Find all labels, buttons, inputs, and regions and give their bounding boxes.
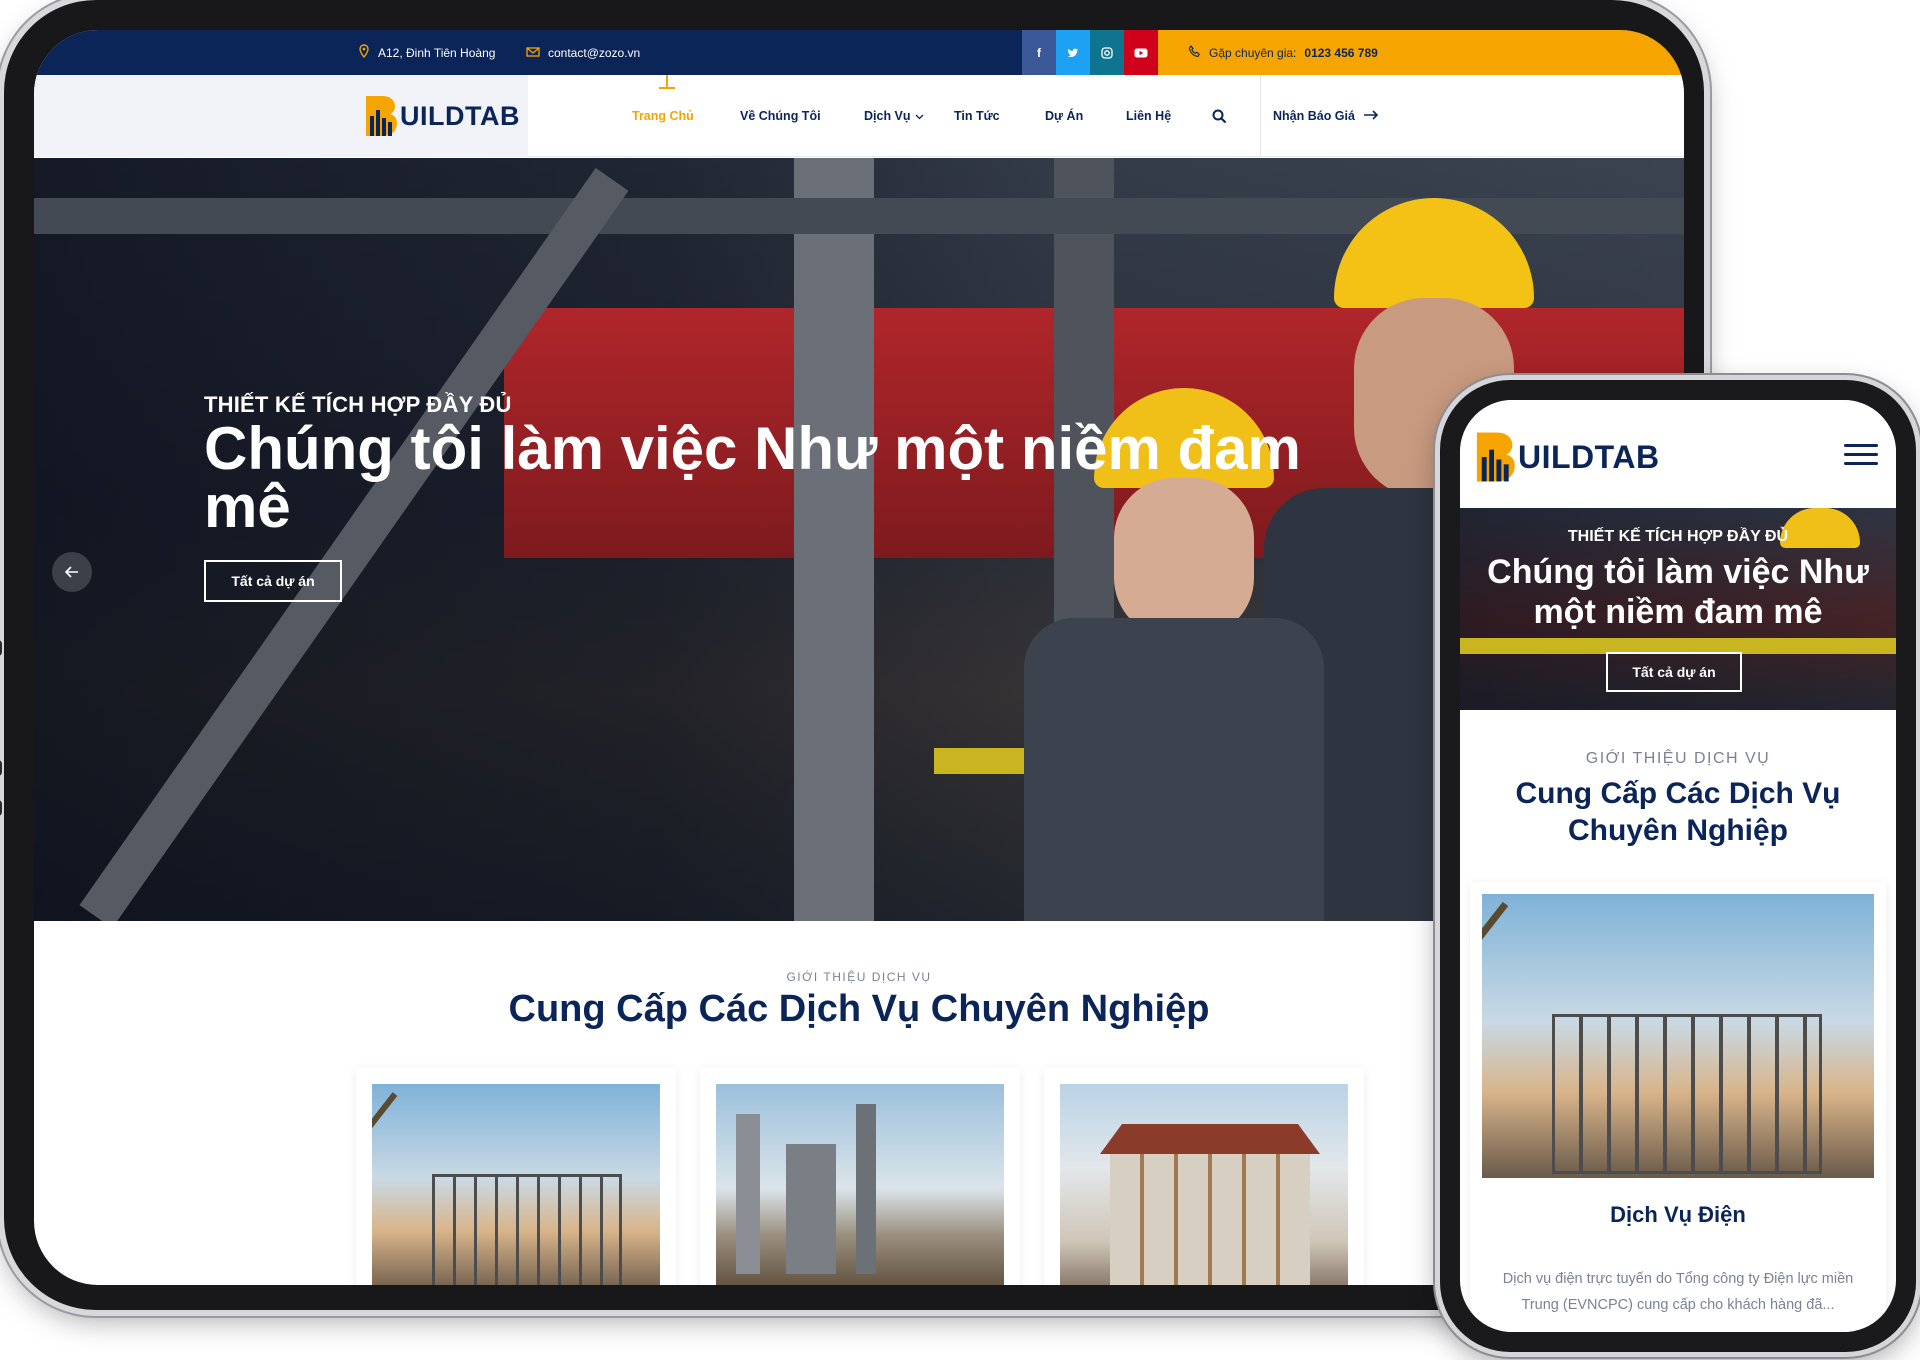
- phone-services-title: Cung Cấp Các Dịch Vụ Chuyên Nghiệp: [1515, 777, 1841, 847]
- steel-frame-shape: [432, 1174, 622, 1285]
- phone-hero: THIẾT KẾ TÍCH HỢP ĐẦY ĐỦ Chúng tôi làm v…: [1460, 508, 1896, 710]
- phone-service-card-title[interactable]: Dịch Vụ Điện: [1470, 1202, 1886, 1228]
- service-card[interactable]: [356, 1068, 676, 1285]
- phone-icon: [1188, 44, 1201, 61]
- email-text[interactable]: contact@zozo.vn: [548, 46, 640, 60]
- phone-header: UILDTAB: [1460, 400, 1896, 508]
- tablet-side-button: [0, 760, 2, 776]
- tower-shape: [736, 1114, 760, 1274]
- main-nav: UILDTAB Trang Chủ Về Chúng Tôi Dịch Vụ T…: [34, 75, 1684, 157]
- tower-shape: [856, 1104, 876, 1274]
- nav-item-home[interactable]: Trang Chủ: [632, 75, 694, 157]
- nav-item-news[interactable]: Tin Tức: [954, 75, 1000, 157]
- nav-item-about[interactable]: Về Chúng Tôi: [740, 75, 821, 157]
- facebook-icon[interactable]: f: [1022, 30, 1056, 75]
- youtube-icon[interactable]: [1124, 30, 1158, 75]
- address-text: A12, Đinh Tiên Hoàng: [378, 45, 496, 60]
- service-image-refinery: [716, 1084, 1004, 1285]
- nav-item-contact[interactable]: Liên Hệ: [1126, 75, 1171, 157]
- phone-site-logo[interactable]: UILDTAB: [1472, 430, 1660, 484]
- arrow-right-icon: [1363, 109, 1379, 123]
- map-pin-icon: [358, 44, 370, 61]
- slider-prev-button[interactable]: [52, 552, 92, 592]
- tablet-side-button: [0, 640, 2, 656]
- service-image-construction: [1482, 894, 1874, 1178]
- crane-shape: [1482, 901, 1509, 1135]
- tower-shape: [786, 1144, 836, 1274]
- service-card[interactable]: [700, 1068, 1020, 1285]
- mail-icon: [526, 45, 540, 60]
- phone-hero-pretitle: THIẾT KẾ TÍCH HỢP ĐẦY ĐỦ: [1567, 528, 1789, 545]
- nav-item-services[interactable]: Dịch Vụ: [864, 75, 924, 157]
- logo-mark-icon: [362, 94, 398, 138]
- twitter-icon[interactable]: [1056, 30, 1090, 75]
- hotline-number[interactable]: 0123 456 789: [1304, 46, 1377, 60]
- roof-shape: [1100, 1124, 1320, 1154]
- phone-hero-title: Chúng tôi làm việc Như một niềm đam mê: [1487, 553, 1869, 631]
- get-quote-label: Nhận Báo Giá: [1273, 109, 1355, 123]
- nav-item-projects[interactable]: Dự Án: [1045, 75, 1083, 157]
- hotline-label: Gặp chuyên gia:: [1209, 45, 1297, 60]
- phone-frame: UILDTAB THIẾT KẾ TÍCH HỢP ĐẦY ĐỦ Chúng t…: [1440, 380, 1916, 1352]
- hamburger-menu-icon[interactable]: [1844, 444, 1878, 466]
- get-quote-button[interactable]: Nhận Báo Giá: [1260, 75, 1379, 157]
- tablet-screen: A12, Đinh Tiên Hoàng contact@zozo.vn f G…: [34, 30, 1684, 1285]
- services-label: GIỚI THIỆU DỊCH VỤ: [786, 970, 932, 984]
- service-image-house: [1060, 1084, 1348, 1285]
- top-bar: A12, Đinh Tiên Hoàng contact@zozo.vn f G…: [34, 30, 1684, 75]
- email-info[interactable]: contact@zozo.vn: [526, 30, 640, 75]
- hero-slider: THIẾT KẾ TÍCH HỢP ĐẦY ĐỦ Chúng tôi làm v…: [34, 158, 1684, 921]
- logo-mark-icon: [1472, 430, 1516, 484]
- hero-photo-detail: [794, 158, 874, 921]
- worker-shape: [1024, 618, 1324, 921]
- tablet-side-button: [0, 800, 2, 816]
- search-icon[interactable]: [1212, 75, 1227, 157]
- nav-item-services-label: Dịch Vụ: [864, 109, 911, 123]
- service-card[interactable]: [1044, 1068, 1364, 1285]
- steel-frame-shape: [1552, 1014, 1822, 1174]
- scaffold-shape: [1110, 1154, 1310, 1285]
- logo-panel: UILDTAB: [34, 75, 528, 157]
- hero-title: Chúng tôi làm việc Như một niềm đam mê: [204, 415, 1301, 540]
- logo-text: UILDTAB: [1518, 438, 1660, 475]
- phone-screen: UILDTAB THIẾT KẾ TÍCH HỢP ĐẦY ĐỦ Chúng t…: [1460, 400, 1896, 1332]
- site-logo[interactable]: UILDTAB: [362, 94, 520, 138]
- phone-service-card-desc: Dịch vụ điện trực tuyến do Tổng công ty …: [1502, 1271, 1854, 1313]
- instagram-icon[interactable]: [1090, 30, 1124, 75]
- hotline[interactable]: Gặp chuyên gia: 0123 456 789: [1158, 30, 1684, 75]
- services-title: Cung Cấp Các Dịch Vụ Chuyên Nghiệp: [508, 988, 1210, 1030]
- logo-text: UILDTAB: [400, 100, 520, 131]
- all-projects-button[interactable]: Tất cả dự án: [204, 560, 342, 602]
- chevron-down-icon: [915, 109, 924, 123]
- address-info: A12, Đinh Tiên Hoàng: [358, 30, 495, 75]
- service-image-construction: [372, 1084, 660, 1285]
- phone-service-card[interactable]: Dịch Vụ Điện Dịch vụ điện trực tuyến do …: [1470, 882, 1886, 1332]
- phone-services-label: GIỚI THIỆU DỊCH VỤ: [1585, 750, 1771, 767]
- phone-all-projects-button[interactable]: Tất cả dự án: [1606, 652, 1742, 692]
- crane-shape: [372, 1092, 398, 1262]
